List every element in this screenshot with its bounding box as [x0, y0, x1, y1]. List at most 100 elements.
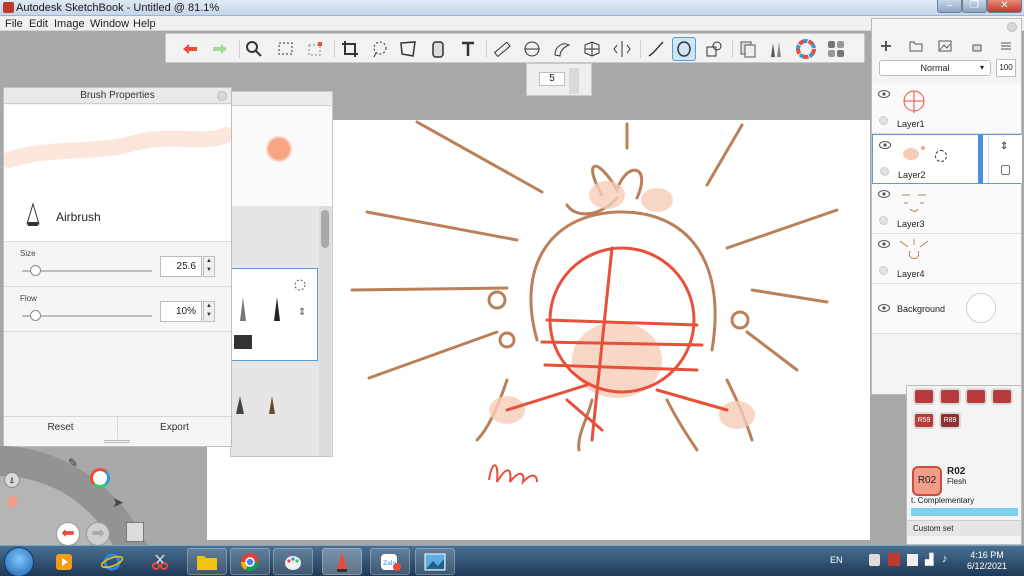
redo-icon[interactable]	[208, 37, 232, 61]
lasso-icon[interactable]	[368, 37, 392, 61]
menu-help[interactable]: Help	[133, 18, 156, 30]
maximize-button[interactable]: ❐	[962, 0, 987, 13]
color-wheel-icon[interactable]	[794, 37, 818, 61]
flow-slider-knob[interactable]	[30, 310, 41, 321]
copic-swatch[interactable]	[991, 388, 1013, 405]
media-player-taskbar-icon[interactable]	[44, 548, 84, 575]
shape-icon[interactable]	[702, 37, 726, 61]
lagoon-select-icon[interactable]: ➤	[112, 494, 124, 511]
size-slider-knob[interactable]	[30, 265, 41, 276]
add-image-icon[interactable]	[935, 37, 955, 55]
copic-swatch[interactable]	[939, 388, 961, 405]
layer-row-selected[interactable]: Layer2 ⇕	[872, 134, 1022, 184]
system-clock[interactable]: 4:16 PM 6/12/2021	[962, 550, 1012, 572]
layer-lock-icon[interactable]	[880, 167, 889, 176]
crop-icon[interactable]	[338, 37, 362, 61]
internet-explorer-taskbar-icon[interactable]	[92, 548, 132, 575]
transform-select-icon[interactable]	[304, 37, 328, 61]
layer-opacity-bar[interactable]	[978, 135, 983, 183]
distort-icon[interactable]	[396, 37, 420, 61]
file-explorer-taskbar-icon[interactable]	[187, 548, 227, 575]
visibility-eye-icon[interactable]	[878, 240, 890, 248]
layer-row[interactable]: Layer1	[872, 84, 1021, 134]
complementary-color-bar[interactable]	[911, 508, 1018, 516]
french-curve-icon[interactable]	[550, 37, 574, 61]
layer-opacity-input[interactable]: 100	[996, 59, 1016, 77]
flow-input[interactable]: 10%	[160, 301, 202, 322]
menu-window[interactable]: Window	[90, 18, 129, 30]
symmetry-icon[interactable]	[610, 37, 634, 61]
zalo-taskbar-icon[interactable]: Zalo	[370, 548, 410, 575]
ruler-icon[interactable]	[490, 37, 514, 61]
ellipse-icon[interactable]	[672, 37, 696, 61]
layer-row[interactable]: Layer3	[872, 184, 1021, 234]
tray-clipboard-icon[interactable]	[869, 554, 880, 566]
size-slider[interactable]	[22, 270, 152, 272]
brushes-icon[interactable]	[764, 37, 788, 61]
ellipse-guide-icon[interactable]	[520, 37, 544, 61]
chrome-taskbar-icon[interactable]	[230, 548, 270, 575]
add-group-icon[interactable]	[906, 37, 926, 55]
visibility-eye-icon[interactable]	[878, 190, 890, 198]
copic-swatch[interactable]	[965, 388, 987, 405]
menu-image[interactable]: Image	[54, 18, 85, 30]
tray-volume-icon[interactable]: ♪	[942, 553, 948, 565]
lagoon-color-puck-icon[interactable]	[7, 496, 18, 507]
brush-library-scrollbar[interactable]	[319, 206, 331, 456]
paint-taskbar-icon[interactable]	[273, 548, 313, 575]
tray-flag-icon[interactable]	[907, 554, 918, 566]
background-layer-row[interactable]: Background	[872, 284, 1021, 334]
custom-set-label[interactable]: Custom set	[907, 520, 1021, 536]
undo-icon[interactable]	[178, 37, 202, 61]
panel-close-icon[interactable]	[1007, 22, 1017, 32]
layer-lock-icon[interactable]	[879, 216, 888, 225]
select-icon[interactable]	[274, 37, 298, 61]
lagoon-redo-icon[interactable]: ➡	[86, 522, 110, 546]
lagoon-copy-icon[interactable]	[126, 522, 144, 542]
panel-close-icon[interactable]	[217, 91, 227, 101]
fill-icon[interactable]	[426, 37, 450, 61]
start-button[interactable]	[4, 547, 34, 576]
minimize-button[interactable]: –	[937, 0, 962, 13]
current-copic-color[interactable]: R02	[912, 466, 942, 496]
lagoon-undo-icon[interactable]: ⬅	[56, 522, 80, 546]
flow-stepper[interactable]: ▲ ▼	[203, 301, 215, 322]
layer-menu-icon[interactable]	[996, 37, 1016, 55]
layer-row[interactable]: Layer4	[872, 234, 1021, 284]
visibility-eye-icon[interactable]	[879, 141, 891, 149]
tray-vietkey-icon[interactable]	[888, 553, 900, 566]
snipping-tool-taskbar-icon[interactable]	[140, 548, 180, 575]
flow-slider[interactable]	[22, 315, 152, 317]
sketchbook-taskbar-icon[interactable]	[322, 548, 362, 575]
complementary-label[interactable]: t. Complementary	[911, 496, 974, 505]
brush-set-selected[interactable]: ⇕	[231, 268, 318, 361]
menu-edit[interactable]: Edit	[29, 18, 48, 30]
clear-layer-icon[interactable]	[967, 37, 987, 55]
add-layer-icon[interactable]	[876, 37, 896, 55]
size-input[interactable]: 25.6	[160, 256, 202, 277]
copic-swatch-r89[interactable]: R89	[939, 412, 961, 429]
layer-move-icon[interactable]: ⇕	[1000, 141, 1008, 152]
language-indicator[interactable]: EN	[830, 555, 843, 565]
brush-row-lower[interactable]	[231, 390, 291, 420]
size-stepper[interactable]: ▲ ▼	[203, 256, 215, 277]
lagoon-brush-icon[interactable]: ⍋	[4, 472, 20, 488]
stroke-width-slider[interactable]	[569, 68, 579, 94]
copic-swatch-r59[interactable]: R59	[913, 412, 935, 429]
copy-paste-icon[interactable]	[736, 37, 760, 61]
visibility-eye-icon[interactable]	[878, 304, 890, 312]
photo-viewer-taskbar-icon[interactable]	[415, 548, 455, 575]
lagoon-color-wheel-icon[interactable]	[90, 468, 110, 488]
layer-lock-icon[interactable]	[879, 266, 888, 275]
menu-file[interactable]: File	[5, 18, 23, 30]
visibility-eye-icon[interactable]	[878, 90, 890, 98]
blend-mode-dropdown[interactable]: Normal ▾	[879, 60, 991, 76]
lagoon-pen-icon[interactable]: ✎	[68, 456, 78, 470]
zoom-icon[interactable]	[242, 37, 266, 61]
stroke-width-value[interactable]: 5	[539, 72, 565, 86]
copic-swatch[interactable]	[913, 388, 935, 405]
background-color-swatch[interactable]	[966, 293, 996, 323]
current-brush-row[interactable]: Airbrush	[4, 190, 231, 242]
stroke-icon[interactable]	[644, 37, 668, 61]
close-button[interactable]: ✕	[987, 0, 1022, 13]
